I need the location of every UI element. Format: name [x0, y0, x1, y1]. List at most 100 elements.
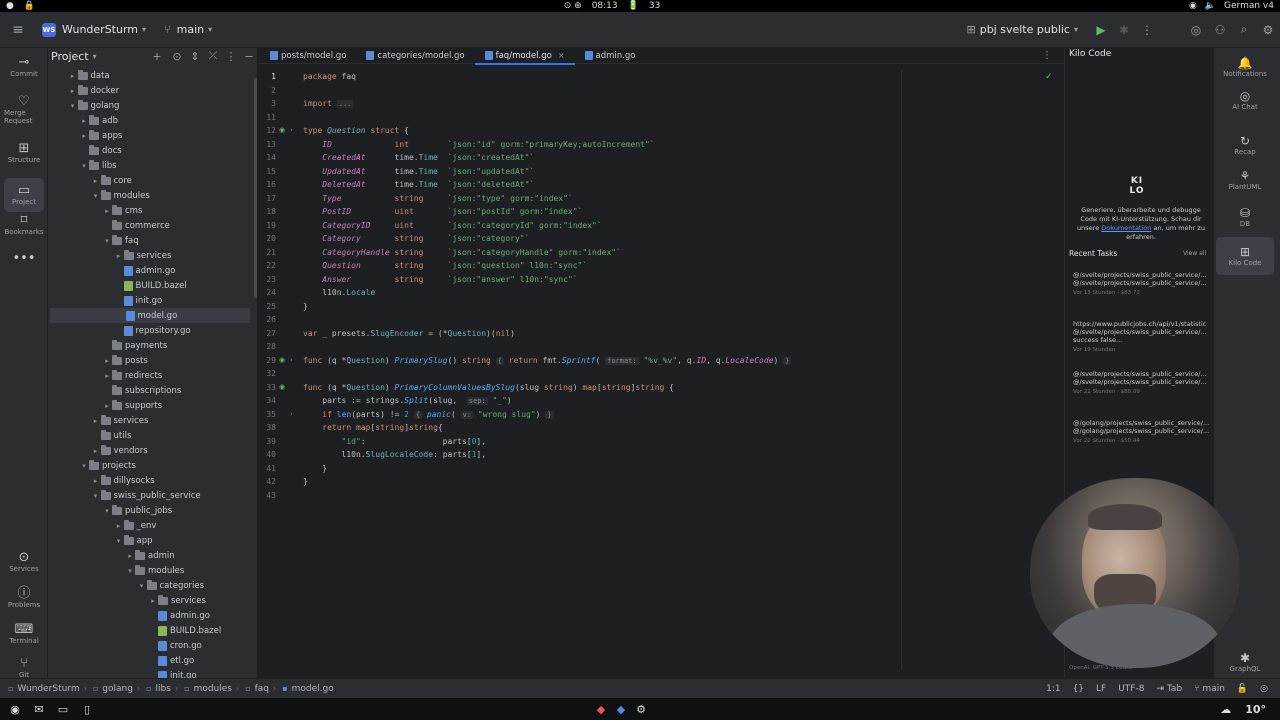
- app-icon-red[interactable]: ◆: [594, 703, 608, 716]
- recent-task[interactable]: @/svelte/projects/swiss_public_service/.…: [1073, 370, 1208, 396]
- cursor-position[interactable]: 1:1: [1046, 684, 1060, 694]
- app-icon-blue[interactable]: ◆: [614, 703, 628, 716]
- implemented-icon[interactable]: ◉: [279, 356, 285, 364]
- tree-item[interactable]: ▸ posts: [48, 353, 254, 368]
- breadcrumb-item[interactable]: ▪ model.go: [282, 684, 334, 694]
- chevron-down-icon[interactable]: ▾: [102, 237, 112, 245]
- tree-item[interactable]: ▾ public_jobs: [48, 503, 254, 518]
- right-tool-database[interactable]: ⛁ DB: [1216, 198, 1274, 236]
- apple-icon[interactable]: ●: [6, 1, 14, 11]
- collapse-icon[interactable]: ⤫: [204, 49, 222, 63]
- ai-status-icon[interactable]: ◎: [1260, 684, 1268, 694]
- chevron-down-icon[interactable]: ▾: [102, 507, 112, 515]
- chevron-down-icon[interactable]: ▾: [125, 567, 135, 575]
- files-icon[interactable]: ▯: [80, 703, 94, 716]
- right-tool-plantuml[interactable]: ⚘ PlantUML: [1216, 161, 1274, 199]
- tree-item[interactable]: BUILD.bazel: [48, 278, 254, 293]
- right-tool-kilo-code[interactable]: ⊞ Kilo Code: [1216, 237, 1274, 275]
- hamburger-menu-icon[interactable]: ≡: [0, 22, 36, 38]
- editor-tab[interactable]: admin.go: [575, 48, 646, 64]
- left-tool-merge-request[interactable]: ♡ Merge Request: [4, 93, 44, 127]
- window-icon[interactable]: ▭: [56, 703, 70, 716]
- ai-assistant-icon[interactable]: ◎: [1184, 23, 1208, 37]
- tree-item[interactable]: model.go: [50, 308, 250, 323]
- chevron-right-icon[interactable]: ▸: [91, 447, 101, 455]
- tree-item[interactable]: etl.go: [48, 653, 254, 668]
- chevron-down-icon[interactable]: ▾: [91, 492, 101, 500]
- hide-icon[interactable]: −: [240, 50, 257, 63]
- tree-item[interactable]: repository.go: [48, 323, 254, 338]
- chevron-down-icon[interactable]: ▾: [79, 462, 89, 470]
- breadcrumb-item[interactable]: ▫ libs ›: [146, 684, 178, 694]
- chevron-right-icon[interactable]: ▸: [91, 177, 101, 185]
- breadcrumb-item[interactable]: ▫ WunderSturm ›: [8, 684, 87, 694]
- tree-item[interactable]: ▸ _env: [48, 518, 254, 533]
- chevron-down-icon[interactable]: ▾: [91, 192, 101, 200]
- branch-selector[interactable]: ⑂ main ▾: [164, 23, 212, 36]
- tree-item[interactable]: ▸ redirects: [48, 368, 254, 383]
- chevron-right-icon[interactable]: ▸: [102, 402, 112, 410]
- vcs-branch[interactable]: ⑂ main: [1194, 684, 1225, 694]
- left-tool-commit[interactable]: ⊸ Commit: [4, 50, 44, 84]
- editor-tab[interactable]: faq/model.go ×: [474, 48, 575, 65]
- tree-item[interactable]: admin.go: [48, 263, 254, 278]
- fold-icon[interactable]: ›: [290, 356, 293, 364]
- line-ending[interactable]: LF: [1096, 684, 1106, 694]
- chevron-right-icon[interactable]: ▸: [125, 552, 135, 560]
- search-icon[interactable]: ⌕: [1232, 22, 1256, 37]
- tree-item[interactable]: ▾ libs: [48, 158, 254, 173]
- chevron-down-icon[interactable]: ▾: [68, 102, 78, 110]
- chevron-right-icon[interactable]: ▸: [102, 207, 112, 215]
- tree-item[interactable]: ▸ core: [48, 173, 254, 188]
- fold-icon[interactable]: ›: [290, 126, 293, 134]
- breadcrumb-item[interactable]: ▫ golang ›: [93, 684, 140, 694]
- project-selector[interactable]: WS WunderSturm ▾: [42, 22, 146, 37]
- chevron-down-icon[interactable]: ▾: [93, 52, 97, 61]
- tree-item[interactable]: init.go: [48, 668, 254, 678]
- tree-item[interactable]: admin.go: [48, 608, 254, 623]
- tree-item[interactable]: ▾ swiss_public_service: [48, 488, 254, 503]
- volume-icon[interactable]: 🔈: [1205, 1, 1216, 11]
- left-tool-folder[interactable]: ▭ Project: [4, 178, 44, 212]
- tree-item[interactable]: ▸ services: [48, 248, 254, 263]
- indent-style[interactable]: ⇥ Tab: [1156, 684, 1182, 694]
- left-tool-terminal[interactable]: ⌨ Terminal: [4, 617, 44, 651]
- chevron-right-icon[interactable]: ▸: [114, 252, 124, 260]
- chevron-right-icon[interactable]: ▸: [102, 357, 112, 365]
- mail-icon[interactable]: ✉: [32, 703, 46, 716]
- recent-task[interactable]: https://www.publicjobs.ch/api/v1/statist…: [1073, 320, 1208, 354]
- breadcrumb-item[interactable]: ▫ faq ›: [245, 684, 276, 694]
- tree-scrollbar[interactable]: [254, 78, 257, 298]
- expand-icon[interactable]: ⇕: [186, 50, 204, 63]
- left-tool-structure[interactable]: ⊞ Structure: [4, 136, 44, 170]
- implemented-icon[interactable]: ◉: [279, 383, 285, 391]
- tree-item[interactable]: ▸ services: [48, 593, 254, 608]
- lock-icon[interactable]: 🔓: [1237, 684, 1248, 694]
- view-all-link[interactable]: View all: [1183, 250, 1206, 257]
- left-tool-problems[interactable]: ⓘ Problems: [4, 581, 44, 615]
- tree-item[interactable]: ▸ dillysocks: [48, 473, 254, 488]
- tree-item[interactable]: ▾ categories: [48, 578, 254, 593]
- fold-icon[interactable]: ›: [290, 410, 293, 418]
- tree-item[interactable]: ▸ vendors: [48, 443, 254, 458]
- recent-task[interactable]: @/svelte/projects/swiss_public_service/.…: [1073, 271, 1208, 297]
- tabs-menu-icon[interactable]: ⋮: [1042, 50, 1052, 61]
- tree-item[interactable]: payments: [48, 338, 254, 353]
- tree-item[interactable]: docs: [48, 143, 254, 158]
- breadcrumb-item[interactable]: ▫ modules ›: [184, 684, 239, 694]
- tree-item[interactable]: ▸ data: [48, 68, 254, 83]
- right-tool-ai-chat[interactable]: ◎ AI Chat: [1216, 81, 1274, 119]
- chevron-right-icon[interactable]: ▸: [91, 477, 101, 485]
- tree-item[interactable]: init.go: [48, 293, 254, 308]
- run-config-selector[interactable]: ⊞ pbj svelte public ▾: [967, 23, 1079, 36]
- left-tool-more[interactable]: •••: [4, 242, 44, 276]
- chevron-right-icon[interactable]: ▸: [79, 132, 89, 140]
- tree-item[interactable]: ▸ supports: [48, 398, 254, 413]
- tree-item[interactable]: cron.go: [48, 638, 254, 653]
- collab-icon[interactable]: ⚇: [1208, 23, 1232, 37]
- run-icon[interactable]: ▶: [1088, 23, 1114, 37]
- os-menu-icon[interactable]: ◉: [8, 703, 22, 716]
- chevron-right-icon[interactable]: ▸: [102, 372, 112, 380]
- chevron-right-icon[interactable]: ▸: [79, 117, 89, 125]
- chevron-right-icon[interactable]: ▸: [68, 87, 78, 95]
